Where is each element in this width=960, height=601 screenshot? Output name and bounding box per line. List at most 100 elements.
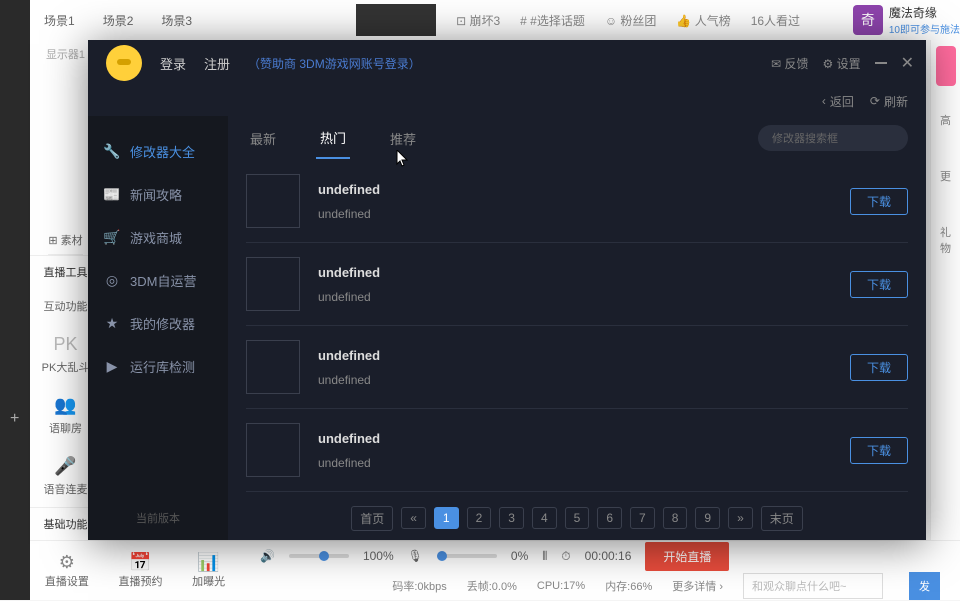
right-item[interactable]: 更 [931, 148, 960, 204]
refresh-button[interactable]: ⟳ 刷新 [870, 93, 908, 110]
page-number[interactable]: 2 [467, 507, 492, 529]
nav-my-trainers[interactable]: ★我的修改器 [88, 302, 228, 345]
page-number[interactable]: 5 [565, 507, 590, 529]
scene-tab[interactable]: 场景3 [147, 12, 206, 29]
start-stream-button[interactable]: 开始直播 [645, 542, 729, 571]
list-item: undefinedundefined 下载 [246, 409, 908, 492]
page-number[interactable]: 8 [663, 507, 688, 529]
item-thumbnail [246, 257, 300, 311]
gift-icon[interactable] [936, 46, 956, 86]
mic-icon[interactable]: 🎙 [408, 549, 423, 563]
fans-tag[interactable]: ☺ 粉丝团 [605, 12, 657, 29]
chat-input[interactable]: 和观众聊点什么吧~ [743, 573, 883, 599]
game-tag[interactable]: ⊡ 崩坏3 [456, 12, 500, 29]
add-icon[interactable]: + [10, 410, 19, 428]
promo-sub: 10即可参与施法 [889, 21, 960, 36]
topic-tag[interactable]: # #选择话题 [520, 12, 585, 29]
nav-store[interactable]: 🛒游戏商城 [88, 216, 228, 259]
display-label[interactable]: 显示器1 [46, 40, 85, 68]
news-icon: 📰 [104, 187, 120, 203]
right-item[interactable]: 高 [931, 92, 960, 148]
rank-tag[interactable]: 👍 人气榜 [676, 12, 730, 29]
schedule-btn[interactable]: 📅直播预约 [118, 552, 162, 589]
mic-value: 0% [511, 549, 528, 563]
stat-drop: 丢帧:0.0% [467, 578, 517, 594]
promo-title: 魔法奇缘 [889, 4, 960, 21]
minimize-icon[interactable] [875, 62, 887, 64]
item-thumbnail [246, 423, 300, 477]
chart-icon: 📊 [192, 552, 225, 573]
speaker-icon[interactable]: 🔊 [260, 549, 275, 563]
promo-box[interactable]: 奇 魔法奇缘 10即可参与施法 [853, 4, 960, 36]
material-btn[interactable]: ⊞ 素材 [48, 226, 82, 255]
stat-mem: 内存:66% [605, 578, 652, 594]
tab-latest[interactable]: 最新 [246, 119, 280, 158]
volume-slider[interactable] [289, 554, 349, 558]
right-item[interactable]: 礼物 [931, 204, 960, 276]
feedback-link[interactable]: ✉ 反馈 [771, 55, 808, 72]
list-item: undefined undefined 下载 [246, 326, 908, 409]
nav-trainers[interactable]: 🔧修改器大全 [88, 130, 228, 173]
tab-recommend[interactable]: 推荐 [386, 119, 420, 158]
item-sub: undefined [318, 373, 850, 387]
item-thumbnail [246, 174, 300, 228]
eq-icon[interactable]: ⫴ [542, 549, 547, 564]
scene-tab[interactable]: 场景2 [89, 12, 148, 29]
download-button[interactable]: 下载 [850, 437, 908, 464]
item-sub: undefined [318, 290, 850, 304]
stat-more[interactable]: 更多详情 › [672, 578, 723, 594]
back-button[interactable]: ‹ 返回 [822, 93, 854, 110]
stream-preview [356, 4, 436, 36]
boost-btn[interactable]: 📊加曝光 [192, 552, 225, 589]
page-number[interactable]: 7 [630, 507, 655, 529]
search-input[interactable]: 修改器搜索框 [758, 125, 908, 151]
close-icon[interactable]: ✕ [901, 53, 914, 73]
mic-slider[interactable] [437, 554, 497, 558]
page-number[interactable]: 1 [434, 507, 459, 529]
item-title: undefined [318, 182, 850, 197]
page-last[interactable]: 末页 [761, 506, 803, 531]
tab-hot[interactable]: 热门 [316, 118, 350, 159]
page-number[interactable]: 9 [695, 507, 720, 529]
bottom-bar: 🔊 100% 🎙 0% ⫴ ⏱ 00:00:16 开始直播 码率:0kbps 丢… [240, 540, 960, 600]
item-title: undefined [318, 265, 850, 280]
cart-icon: 🛒 [104, 230, 120, 246]
scene-tab[interactable]: 场景1 [30, 12, 89, 29]
settings-btn[interactable]: ⚙直播设置 [45, 552, 89, 589]
register-link[interactable]: 注册 [204, 54, 230, 73]
modal-header: 登录 注册 （赞助商 3DM游戏网账号登录） ✉ 反馈 ⚙ 设置 ✕ [88, 40, 926, 86]
stat-cpu: CPU:17% [537, 580, 585, 592]
download-button[interactable]: 下载 [850, 354, 908, 381]
page-next[interactable]: » [728, 507, 753, 529]
page-number[interactable]: 6 [597, 507, 622, 529]
download-button[interactable]: 下载 [850, 271, 908, 298]
list-item: undefined undefined 下载 [246, 160, 908, 243]
login-link[interactable]: 登录 [160, 54, 186, 73]
page-first[interactable]: 首页 [351, 506, 393, 531]
send-button[interactable]: 发 [909, 572, 940, 600]
sponsor-link[interactable]: （赞助商 3DM游戏网账号登录） [248, 55, 421, 72]
page-number[interactable]: 3 [499, 507, 524, 529]
download-button[interactable]: 下载 [850, 188, 908, 215]
star-icon: ★ [104, 316, 120, 332]
item-sub: undefined [318, 207, 850, 221]
nav-news[interactable]: 📰新闻攻略 [88, 173, 228, 216]
modal-main: 最新 热门 推荐 修改器搜索框 undefined undefined 下载 un… [228, 116, 926, 540]
modal-nav: 🔧修改器大全 📰新闻攻略 🛒游戏商城 ◎3DM自运营 ★我的修改器 ▶运行库检测… [88, 116, 228, 540]
trainer-list: undefined undefined 下载 undefined undefined… [246, 160, 908, 496]
nav-3dm[interactable]: ◎3DM自运营 [88, 259, 228, 302]
play-icon: ▶ [104, 359, 120, 375]
page-number[interactable]: 4 [532, 507, 557, 529]
item-sub: undefined [318, 456, 850, 470]
settings-link[interactable]: ⚙ 设置 [822, 55, 860, 72]
nav-runtime[interactable]: ▶运行库检测 [88, 345, 228, 388]
item-thumbnail [246, 340, 300, 394]
app-left-rail: + [0, 0, 30, 600]
page-prev[interactable]: « [401, 507, 426, 529]
tabs: 最新 热门 推荐 修改器搜索框 [246, 116, 908, 160]
bg-top-bar: 场景1 场景2 场景3 ⊡ 崩坏3 # #选择话题 ☺ 粉丝团 👍 人气榜 16… [30, 0, 960, 40]
trainer-modal: 登录 注册 （赞助商 3DM游戏网账号登录） ✉ 反馈 ⚙ 设置 ✕ ‹ 返回 … [88, 40, 926, 540]
bottom-tools: ⚙直播设置 📅直播预约 📊加曝光 [30, 540, 240, 600]
list-item: undefined undefined 下载 [246, 243, 908, 326]
item-title: undefined [318, 348, 850, 363]
